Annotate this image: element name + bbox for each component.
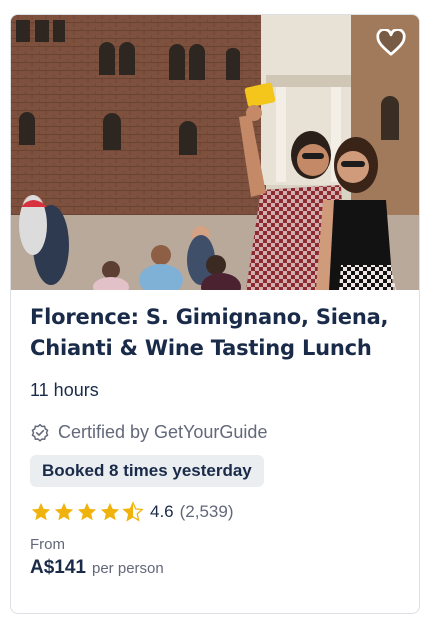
duration-text: 11 hours [30,380,99,400]
wishlist-button[interactable] [373,25,409,61]
activity-title[interactable]: Florence: S. Gimignano, Siena, Chianti &… [30,302,401,364]
star-half-icon [122,501,144,522]
rating-value: 4.6 [150,502,174,521]
certified-label: Certified by GetYourGuide [58,422,268,442]
price-from-label: From [30,536,65,553]
activity-title-line1: Florence: S. Gimignano, Siena, [30,305,389,329]
star-full-icon [54,502,74,521]
rating-row: 4.6 (2,539) [30,501,401,523]
price-unit: per person [92,560,164,577]
star-full-icon [100,502,120,521]
photo-illustration [11,15,419,290]
booked-badge: Booked 8 times yesterday [30,455,264,487]
badge-check-icon [31,423,49,442]
star-full-icon [31,502,51,521]
rating-stars [30,501,144,523]
card-body: Florence: S. Gimignano, Siena, Chianti &… [11,290,419,579]
certified-row: Certified by GetYourGuide [30,422,401,443]
activity-card[interactable]: Florence: S. Gimignano, Siena, Chianti &… [10,14,420,614]
price-value: A$141 [30,557,86,578]
activity-title-line2: Chianti & Wine Tasting Lunch [30,336,372,360]
price-row: A$141 per person [30,557,401,579]
activity-photo[interactable] [11,15,419,290]
rating-count[interactable]: (2,539) [180,502,234,522]
heart-outline-icon [376,29,406,56]
star-full-icon [77,502,97,521]
